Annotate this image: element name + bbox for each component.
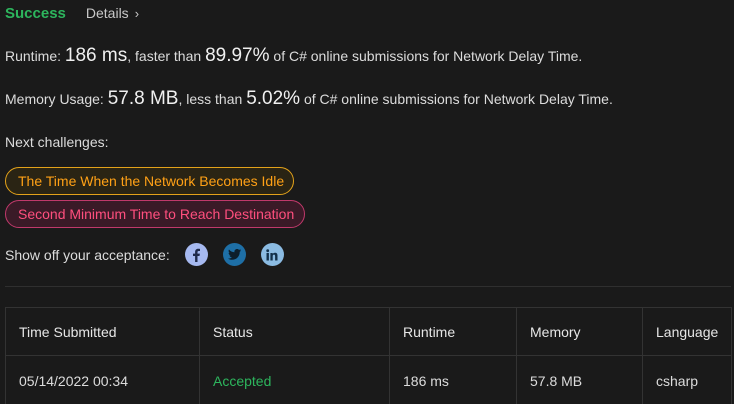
details-label: Details	[85, 5, 129, 21]
twitter-icon[interactable]	[222, 243, 246, 266]
table-header-row: Time Submitted Status Runtime Memory Lan…	[5, 307, 732, 356]
share-label: Show off your acceptance:	[5, 246, 170, 263]
linkedin-icon[interactable]	[260, 243, 284, 266]
column-header-status: Status	[199, 307, 390, 356]
details-link[interactable]: Details ›	[86, 5, 139, 21]
cell-memory: 57.8 MB	[516, 355, 643, 404]
column-header-language: Language	[642, 307, 732, 356]
submissions-table: Time Submitted Status Runtime Memory Lan…	[5, 307, 732, 404]
runtime-percent: 89.97%	[205, 45, 270, 66]
cell-status-accepted-link[interactable]: Accepted	[199, 355, 390, 404]
memory-middle: , less than	[178, 91, 243, 107]
column-header-memory: Memory	[516, 307, 643, 356]
runtime-middle: , faster than	[127, 48, 202, 64]
cell-time-submitted: 05/14/2022 00:34	[5, 355, 200, 404]
section-divider	[5, 286, 731, 287]
memory-summary: Memory Usage: 57.8 MB, less than 5.02% o…	[5, 88, 613, 110]
memory-value: 57.8 MB	[107, 88, 179, 109]
runtime-suffix: of C# online submissions for Network Del…	[273, 48, 583, 64]
result-header: Success Details ›	[5, 5, 139, 22]
cell-runtime: 186 ms	[389, 355, 517, 404]
cell-language: csharp	[642, 355, 732, 404]
next-challenge-second-minimum-time[interactable]: Second Minimum Time to Reach Destination	[5, 200, 305, 228]
runtime-label: Runtime:	[5, 48, 62, 64]
submission-result-page: Success Details › Runtime: 186 ms, faste…	[0, 0, 734, 404]
memory-label: Memory Usage:	[5, 91, 104, 107]
facebook-icon[interactable]	[184, 243, 208, 266]
runtime-summary: Runtime: 186 ms, faster than 89.97% of C…	[5, 45, 582, 67]
runtime-value: 186 ms	[64, 45, 128, 66]
memory-percent: 5.02%	[246, 88, 301, 109]
memory-suffix: of C# online submissions for Network Del…	[303, 91, 613, 107]
next-challenges-label: Next challenges:	[5, 134, 109, 150]
table-row: 05/14/2022 00:34 Accepted 186 ms 57.8 MB…	[5, 355, 732, 404]
next-challenge-network-idle[interactable]: The Time When the Network Becomes Idle	[5, 167, 294, 195]
status-success: Success	[5, 5, 66, 22]
chevron-right-icon: ›	[134, 5, 140, 21]
column-header-runtime: Runtime	[389, 307, 517, 356]
share-section: Show off your acceptance:	[5, 243, 284, 266]
column-header-time-submitted: Time Submitted	[5, 307, 200, 356]
